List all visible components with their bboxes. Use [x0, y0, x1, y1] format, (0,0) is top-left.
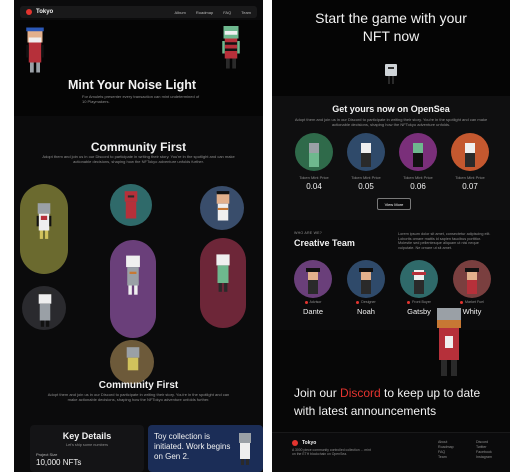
- hero-mini-character-icon: [385, 64, 397, 76]
- role-dot-icon: [304, 300, 308, 304]
- footer-link-team[interactable]: Team: [438, 455, 454, 460]
- key-details-title: Key Details: [62, 431, 112, 441]
- character-7: [121, 343, 144, 385]
- nft-name-1: Token Mint Price: [299, 175, 329, 180]
- cta-discord-link[interactable]: Discord: [340, 386, 381, 400]
- nft-item-4[interactable]: Token Mint Price 0.07: [448, 133, 492, 195]
- footer-brand-name: Tokyo: [302, 440, 317, 446]
- footer-brand[interactable]: Tokyo: [292, 440, 316, 446]
- right-hero: Start the game with your NFT now: [272, 0, 510, 96]
- view-more-button[interactable]: View More: [377, 198, 411, 210]
- footer-logo-dot-icon: [292, 440, 298, 446]
- opensea-desc: Adopt them and join us in our Discord to…: [294, 117, 488, 127]
- nav-link-roadmap[interactable]: Roadmap: [196, 10, 213, 15]
- hero-section: Mint Your Noise Light For Amulets presen…: [14, 20, 263, 116]
- nft-price-4: 0.07: [462, 182, 478, 191]
- team-role-text-1: Advisor: [309, 300, 322, 304]
- nft-item-2[interactable]: Token Mint Price 0.05: [344, 133, 388, 195]
- nft-price-1: 0.04: [306, 182, 322, 191]
- logo-dot-icon: [26, 9, 32, 15]
- two-page-screenshot: Tokyo Album Roadmap FAQ Team Mint Your N…: [0, 0, 510, 472]
- hero-mini-character-legs: [388, 76, 390, 84]
- roadmap-card-character: [234, 429, 256, 469]
- team-member-2[interactable]: Designer Noah: [345, 260, 387, 316]
- community-title-2: Community First: [98, 380, 179, 391]
- role-dot-icon: [356, 300, 360, 304]
- team-eyebrow: WHO ARE WE?: [294, 231, 322, 235]
- cta-prefix: Join our: [294, 386, 341, 400]
- team-role-text-2: Designer: [361, 300, 376, 304]
- community-title-1: Community First: [90, 140, 187, 154]
- hero-avatar-right: [217, 21, 245, 71]
- nft-name-4: Token Mint Price: [455, 175, 485, 180]
- hero-subtitle: For Amulets presenter every transaction …: [82, 94, 200, 104]
- character-4: [33, 289, 56, 331]
- nft-thumb-1: [295, 133, 333, 171]
- hero-title: Mint Your Noise Light: [68, 78, 197, 92]
- team-name-2: Noah: [357, 307, 375, 316]
- character-1: [32, 199, 55, 241]
- nft-thumb-2: [347, 133, 385, 171]
- nav-link-faq[interactable]: FAQ: [223, 10, 231, 15]
- nft-name-2: Token Mint Price: [351, 175, 381, 180]
- hero-mini-character-legs-2: [392, 76, 394, 84]
- footer-col-2: Discord Twitter Facebook Instagram: [476, 440, 492, 459]
- right-page: Start the game with your NFT now Get you…: [272, 0, 510, 472]
- top-nav: Tokyo Album Roadmap FAQ Team: [20, 6, 257, 18]
- key-details-subtitle: Let's ship some numbers: [65, 443, 109, 447]
- team-avatar-1: [294, 260, 332, 298]
- opensea-title: Get yours now on OpenSea: [332, 104, 450, 114]
- nav-link-team[interactable]: Team: [241, 10, 251, 15]
- role-dot-icon: [407, 300, 411, 304]
- right-hero-title-line-2: NFT now: [362, 27, 420, 44]
- nft-thumb-3: [399, 133, 437, 171]
- team-title: Creative Team: [294, 238, 355, 248]
- character-6: [211, 250, 235, 294]
- community-desc-2: Adopt them and join us in our Discord to…: [47, 392, 230, 402]
- team-member-1[interactable]: Advisor Dante: [292, 260, 334, 316]
- nft-item-3[interactable]: Token Mint Price 0.06: [396, 133, 440, 195]
- nft-price-2: 0.05: [358, 182, 374, 191]
- team-avatar-3: [400, 260, 438, 298]
- footer-link-roadmap[interactable]: Roadmap: [438, 445, 454, 450]
- nft-name-3: Token Mint Price: [403, 175, 433, 180]
- nft-price-3: 0.06: [410, 182, 426, 191]
- key-details-card: Key Details Let's ship some numbers Proj…: [30, 425, 144, 472]
- key-details-value: 10,000 NFTs: [36, 458, 82, 467]
- nft-item-1[interactable]: Token Mint Price 0.04: [292, 133, 336, 195]
- character-3: [211, 189, 234, 231]
- nav-links: Album Roadmap FAQ Team: [175, 10, 251, 15]
- character-2: [119, 187, 142, 229]
- community-desc-1: Adopt them and join us in our Discord to…: [42, 154, 235, 164]
- right-hero-title-line-1: Start the game with your: [315, 10, 467, 26]
- cta-text: Join our Discord to keep up to date with…: [294, 384, 484, 420]
- key-details-label: Project Size: [36, 452, 58, 457]
- team-avatar-4: [453, 260, 491, 298]
- roadmap-card-text: Toy collection is initiated. Work begins…: [154, 432, 231, 461]
- team-role-2: Designer: [345, 300, 387, 304]
- brand-name: Tokyo: [36, 9, 54, 15]
- nft-thumb-4: [451, 133, 489, 171]
- team-role-1: Advisor: [292, 300, 334, 304]
- footer-col-1: About Roadmap FAQ Team: [438, 440, 454, 459]
- left-page: Tokyo Album Roadmap FAQ Team Mint Your N…: [14, 0, 263, 472]
- character-5: [120, 251, 145, 297]
- team-name-1: Dante: [302, 307, 323, 316]
- team-desc: Lorem ipsum dolor sit amet, consectetur …: [398, 232, 491, 251]
- hero-avatar-left: [21, 25, 49, 75]
- footer-link-instagram[interactable]: Instagram: [476, 455, 492, 460]
- team-avatar-2: [347, 260, 385, 298]
- footer-link-facebook[interactable]: Facebook: [476, 450, 492, 455]
- brand[interactable]: Tokyo: [26, 9, 53, 15]
- footer-desc: A 3000 piece community controlled collec…: [292, 448, 371, 457]
- nav-link-album[interactable]: Album: [175, 10, 186, 15]
- roadmap-card: Toy collection is initiated. Work begins…: [148, 425, 263, 472]
- cta-character: [427, 300, 471, 380]
- right-hero-title: Start the game with your NFT now: [272, 10, 510, 45]
